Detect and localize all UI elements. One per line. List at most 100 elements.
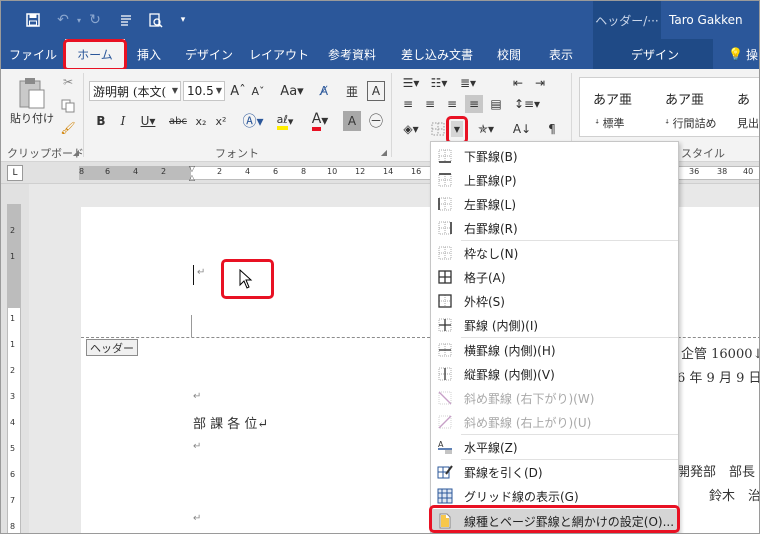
bullets-icon[interactable]: ☰▾ [399,73,423,93]
tab-home[interactable]: ホーム [65,39,125,69]
font-launcher-icon[interactable]: ◢ [379,147,389,157]
left-border-icon [438,197,452,211]
menu-item-draw-table[interactable]: 罫線を引く(D) [431,460,678,484]
italic-icon[interactable]: I [115,111,131,131]
title-bar: ↶ ▾ ↻ ▾ ヘッダー/··· Taro Gakken [1,1,759,39]
print-preview-icon[interactable] [145,10,165,30]
no-border-icon [438,246,452,260]
shading-icon[interactable]: ◈▾ [399,119,423,139]
save-icon[interactable] [23,10,43,30]
style-sample[interactable]: あア亜 [593,89,632,108]
asian-layout-icon[interactable]: ✯▾ [471,119,501,139]
tab-review[interactable]: 校閲 [489,39,529,69]
menu-item-outside-borders[interactable]: 外枠(S) [431,289,678,313]
menu-item-bottom-border[interactable]: 下罫線(B) [431,144,678,168]
cut-icon[interactable]: ✂ [59,73,77,91]
underline-icon[interactable]: U▾ [137,111,159,131]
increase-indent-icon[interactable]: ⇥ [531,73,549,93]
doc-date-text[interactable]: 6 年 9 月 9 日↓ [677,367,759,386]
ruler-number: 7 [10,496,16,505]
menu-item-all-borders[interactable]: 格子(A) [431,265,678,289]
borders-dropdown-icon[interactable]: ▼ [451,121,463,137]
ruler-number: 6 [273,167,279,176]
menu-item-inside-borders[interactable]: 罫線 (内側)(I) [431,313,678,337]
user-name[interactable]: Taro Gakken [669,1,743,39]
bold-icon[interactable]: B [93,111,109,131]
show-marks-icon[interactable]: ¶ [543,119,561,139]
vertical-ruler: 2 1 1 1 2 3 4 5 6 7 8 [1,184,29,533]
menu-item-left-border[interactable]: 左罫線(L) [431,192,678,216]
justify-icon[interactable]: ≡ [465,95,483,113]
enclose-characters-icon[interactable]: ㊀ [367,111,385,131]
subscript-icon[interactable]: x₂ [193,111,209,131]
borders-dropdown-menu: 下罫線(B) 上罫線(P) 左罫線(L) 右罫線(R) 枠なし(N) 格子(A)… [430,141,679,533]
menu-item-horizontal-line[interactable]: A 水平線(Z) [431,435,678,459]
tab-file[interactable]: ファイル [5,39,61,69]
font-color-icon[interactable]: A ▾ [307,111,333,131]
align-left-icon[interactable]: ≡ [399,95,417,113]
font-size-combo[interactable]: 10.5 ▼ [183,81,225,101]
align-center-icon[interactable]: ≡ [421,95,439,113]
tab-insert[interactable]: 挿入 [127,39,171,69]
paste-label[interactable]: 貼り付け [9,111,55,125]
doc-number-text[interactable]: 企管 16000↓ [681,343,759,362]
copy-icon[interactable] [59,97,77,115]
menu-item-inside-horizontal[interactable]: 横罫線 (内側)(H) [431,338,678,362]
menu-item-no-border[interactable]: 枠なし(N) [431,241,678,265]
tab-mailings[interactable]: 差し込み文書 [395,39,479,69]
sort-icon[interactable]: A↓ [513,119,531,139]
grow-font-icon[interactable]: Aˆ [229,81,247,101]
paste-icon[interactable] [15,75,49,111]
menu-item-top-border[interactable]: 上罫線(P) [431,168,678,192]
decrease-indent-icon[interactable]: ⇤ [509,73,527,93]
touch-mode-icon[interactable] [116,10,136,30]
clear-formatting-icon[interactable]: A̸ [315,81,333,101]
style-name[interactable]: ꜜ 行間詰め [665,115,717,131]
menu-item-inside-vertical[interactable]: 縦罫線 (内側)(V) [431,362,678,386]
menu-item-view-gridlines[interactable]: グリッド線の表示(G) [431,484,678,508]
tab-layout[interactable]: レイアウト [247,39,311,69]
font-name-combo[interactable]: 游明朝 (本文( ▼ [89,81,181,101]
menu-item-label: 左罫線(L) [464,198,517,212]
tab-view[interactable]: 表示 [539,39,583,69]
sender-name-text[interactable]: 鈴木 治 [709,485,759,504]
vertical-ruler-track[interactable]: 2 1 1 1 2 3 4 5 6 7 8 [7,204,21,533]
addressee-text[interactable]: 部 課 各 位↵ [193,413,268,432]
style-sample[interactable]: あ [737,89,750,108]
ruler-number: 8 [79,167,85,176]
character-border-icon[interactable]: A [367,81,385,101]
text-effects-icon[interactable]: Ⓐ▾ [241,111,265,131]
align-right-icon[interactable]: ≡ [443,95,461,113]
tab-design[interactable]: デザイン [179,39,239,69]
top-border-icon [438,173,452,187]
format-painter-icon[interactable]: 🖌 [59,119,77,137]
shrink-font-icon[interactable]: Aˇ [249,81,267,101]
multilevel-list-icon[interactable]: ≣▾ [455,73,481,93]
menu-item-borders-shading[interactable]: 線種とページ罫線と網かけの設定(O)... [431,509,678,533]
style-sample[interactable]: あア亜 [665,89,704,108]
customize-icon[interactable]: ▾ [173,10,193,30]
numbering-icon[interactable]: ☷▾ [427,73,451,93]
line-spacing-icon[interactable]: ↕≡▾ [514,95,540,113]
tab-header-design[interactable]: デザイン [615,39,695,69]
clipboard-launcher-icon[interactable]: ◢ [71,147,81,157]
redo-icon[interactable]: ↻ [85,10,105,30]
strikethrough-icon[interactable]: abc [167,111,189,131]
tab-selector[interactable]: L [7,165,23,181]
distributed-icon[interactable]: ▤ [487,95,505,113]
phonetic-guide-icon[interactable]: 亜 [343,81,361,101]
separator [83,73,84,157]
style-name[interactable]: ꜜ 標準 [595,115,625,131]
highlight-color-icon[interactable]: aℓ ▾ [271,111,299,131]
change-case-icon[interactable]: Aa▾ [279,81,305,101]
character-shading-icon[interactable]: A [343,111,361,131]
menu-item-right-border[interactable]: 右罫線(R) [431,216,678,240]
sender-dept-text[interactable]: 開発部 部長 [677,461,755,480]
borders-icon[interactable] [429,119,447,139]
style-name[interactable]: 見出 [737,115,759,131]
font-group-label: フォント [215,147,259,160]
tab-tell-me[interactable]: 💡 操 [725,39,759,69]
indent-marker-icon[interactable]: ▽ △ [187,162,197,184]
tab-references[interactable]: 参考資料 [319,39,385,69]
superscript-icon[interactable]: x² [213,111,229,131]
